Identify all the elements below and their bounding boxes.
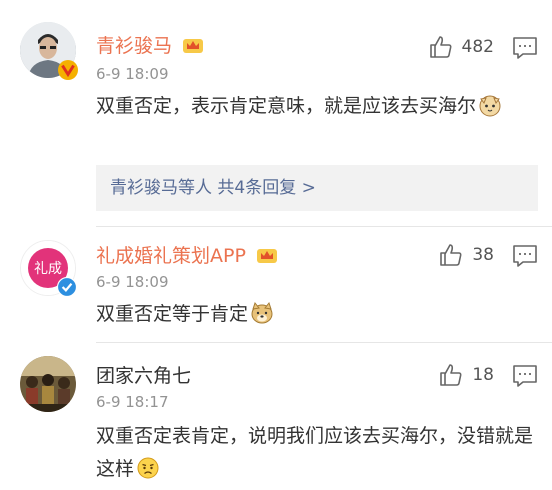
vip-badge-icon [58, 60, 78, 80]
thumbs-up-icon [440, 364, 462, 386]
verified-icon [57, 277, 77, 297]
comment-username[interactable]: 礼成婚礼策划APP [96, 244, 278, 268]
comment-time: 6-9 18:17 [96, 393, 169, 411]
crown-icon [256, 249, 277, 263]
comment-time: 6-9 18:09 [96, 65, 169, 83]
comment-icon[interactable] [512, 244, 538, 268]
username-text[interactable]: 青衫骏马 [96, 35, 172, 57]
crown-icon [183, 39, 204, 53]
reply-summary-link[interactable]: 青衫骏马等人 共4条回复 > [96, 165, 538, 211]
comment-username[interactable]: 青衫骏马 [96, 34, 204, 58]
comment-item: 团家六角七 6-9 18:17 双重否定表肯定，说明我们应该去买海尔，没错就是这… [0, 342, 552, 490]
comment-body: 双重否定，表示肯定意味，就是应该去买海尔 [96, 95, 477, 117]
comment-text: 双重否定，表示肯定意味，就是应该去买海尔 [96, 90, 536, 123]
emoji-sad-icon [137, 457, 159, 479]
like-button[interactable]: 482 [428, 34, 494, 60]
comment-icon[interactable] [512, 364, 538, 388]
comment-time: 6-9 18:09 [96, 273, 169, 291]
avatar[interactable]: 礼成 [20, 240, 77, 297]
comment-icon[interactable] [512, 36, 538, 60]
like-count: 38 [472, 245, 494, 265]
like-button[interactable]: 18 [438, 362, 494, 388]
comment-item: 礼成 礼成婚礼策划APP 6-9 18:09 双重否定等于肯定 38 [0, 226, 552, 340]
thumbs-up-icon [440, 244, 462, 266]
comment-item: 青衫骏马 6-9 18:09 双重否定，表示肯定意味，就是应该去买海尔 482 … [0, 0, 552, 225]
comment-body: 双重否定等于肯定 [96, 303, 249, 325]
emoji-doge-icon [251, 301, 273, 324]
thumbs-up-icon [429, 36, 452, 58]
like-count: 482 [461, 37, 494, 57]
username-text[interactable]: 礼成婚礼策划APP [96, 245, 246, 267]
comment-body: 双重否定表肯定，说明我们应该去买海尔，没错就是这样 [96, 425, 534, 480]
like-button[interactable]: 38 [438, 242, 494, 268]
emoji-cat-icon [479, 95, 501, 117]
like-count: 18 [472, 365, 494, 385]
avatar[interactable] [20, 356, 76, 412]
avatar-image [20, 356, 76, 412]
avatar[interactable] [20, 22, 78, 80]
comment-text: 双重否定表肯定，说明我们应该去买海尔，没错就是这样 [96, 420, 536, 486]
comment-text: 双重否定等于肯定 [96, 298, 536, 331]
comment-username[interactable]: 团家六角七 [96, 364, 191, 388]
username-text[interactable]: 团家六角七 [96, 365, 191, 387]
